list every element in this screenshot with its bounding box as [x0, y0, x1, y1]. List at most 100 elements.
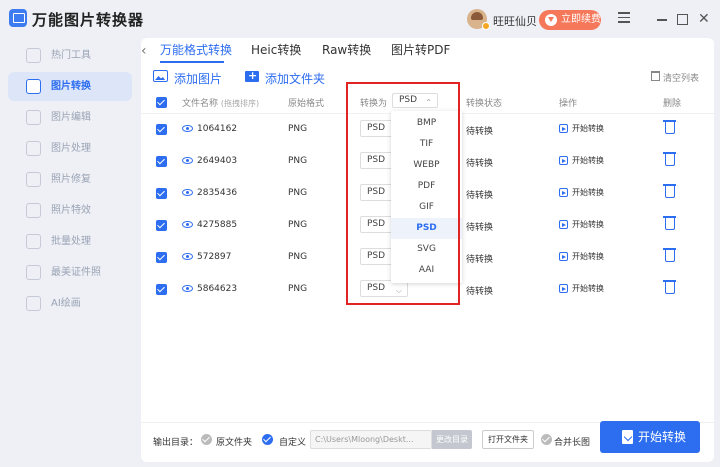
start-convert-row-button[interactable]: 开始转换 — [559, 251, 604, 262]
sidebar-item-photo-repair[interactable]: 照片修复 — [8, 165, 132, 194]
row-checkbox[interactable] — [156, 220, 167, 231]
original-format: PNG — [288, 252, 308, 262]
eye-icon[interactable] — [182, 125, 193, 132]
start-convert-button[interactable]: 开始转换 — [600, 421, 700, 453]
dropdown-option-webp[interactable]: WEBP — [391, 155, 462, 176]
sidebar-item-batch[interactable]: 批量处理 — [8, 227, 132, 256]
eye-icon[interactable] — [182, 285, 193, 292]
renew-label: 立即续费 — [561, 14, 601, 25]
sidebar-item-ai-painting[interactable]: AI绘画 — [8, 289, 132, 318]
row-checkbox[interactable] — [156, 124, 167, 135]
merge-long-image-checkbox[interactable] — [541, 434, 552, 445]
custom-folder-radio[interactable] — [262, 434, 273, 445]
batch-icon — [26, 234, 41, 249]
sidebar-item-label: AI绘画 — [51, 298, 81, 309]
sidebar-item-photo-effects[interactable]: 照片特效 — [8, 196, 132, 225]
sidebar-item-image-edit[interactable]: 图片编辑 — [8, 103, 132, 132]
dropdown-option-tif[interactable]: TIF — [391, 134, 462, 155]
grid-icon — [26, 48, 41, 63]
header-action: 操作 — [559, 99, 578, 109]
main-panel: ‹ 万能格式转换 Heic转换 Raw转换 图片转PDF 添加图片 添加文件夹 … — [141, 38, 714, 462]
trash-icon[interactable] — [663, 120, 676, 134]
dropdown-option-gif[interactable]: GIF — [391, 197, 462, 218]
tab-underline — [160, 61, 224, 63]
start-convert-row-button[interactable]: 开始转换 — [559, 155, 604, 166]
header-delete: 删除 — [663, 99, 682, 109]
sidebar: 热门工具 图片转换 图片编辑 图片处理 照片修复 照片特效 批量处理 最美证件照… — [0, 40, 138, 467]
sidebar-item-label: 图片编辑 — [51, 112, 91, 123]
menu-icon[interactable] — [618, 12, 632, 26]
minimize-icon[interactable] — [656, 12, 670, 26]
clear-list-label: 清空列表 — [663, 74, 700, 84]
start-convert-row-button[interactable]: 开始转换 — [559, 187, 604, 198]
row-checkbox[interactable] — [156, 284, 167, 295]
action-label: 开始转换 — [572, 284, 604, 293]
change-dir-button[interactable]: 更改目录 — [432, 430, 472, 449]
play-icon — [559, 252, 568, 261]
dropdown-option-pdf[interactable]: PDF — [391, 176, 462, 197]
eye-icon[interactable] — [182, 189, 193, 196]
target-format-value: PSD — [367, 187, 386, 197]
convert-icon — [26, 79, 41, 94]
tab-heic[interactable]: Heic转换 — [251, 41, 301, 58]
footer-bar: 输出目录： 原文件夹 自定义 C:\Users\Mloong\Deskt... … — [141, 421, 714, 462]
clear-list-button[interactable]: 清空列表 — [651, 71, 699, 84]
row-checkbox[interactable] — [156, 156, 167, 167]
tab-image-to-pdf[interactable]: 图片转PDF — [391, 41, 450, 58]
sidebar-item-label: 照片特效 — [51, 205, 91, 216]
start-convert-row-button[interactable]: 开始转换 — [559, 283, 604, 294]
add-folder-label: 添加文件夹 — [265, 72, 326, 86]
play-icon — [559, 284, 568, 293]
file-name: 5864623 — [197, 284, 238, 294]
sidebar-item-image-process[interactable]: 图片处理 — [8, 134, 132, 163]
dropdown-option-aai[interactable]: AAI — [391, 260, 462, 281]
add-image-button[interactable]: 添加图片 — [153, 70, 222, 87]
app-title: 万能图片转换器 — [32, 11, 145, 29]
open-folder-button[interactable]: 打开文件夹 — [482, 430, 534, 449]
trash-icon[interactable] — [663, 248, 676, 262]
start-convert-label: 开始转换 — [638, 430, 687, 444]
trash-icon — [651, 71, 660, 81]
eye-icon[interactable] — [182, 253, 193, 260]
tab-raw[interactable]: Raw转换 — [322, 41, 371, 58]
header-filename[interactable]: 文件名称 (拖拽排序) — [182, 96, 259, 109]
custom-folder-label[interactable]: 自定义 — [279, 435, 306, 448]
add-folder-button[interactable]: 添加文件夹 — [245, 69, 326, 87]
trash-icon[interactable] — [663, 152, 676, 166]
start-convert-row-button[interactable]: 开始转换 — [559, 219, 604, 230]
folder-plus-icon — [245, 69, 259, 82]
renew-button[interactable]: 立即续费 — [539, 10, 601, 30]
row-checkbox[interactable] — [156, 188, 167, 199]
original-format: PNG — [288, 124, 308, 134]
sidebar-item-hot-tools[interactable]: 热门工具 — [8, 41, 132, 70]
user-name[interactable]: 旺旺仙贝 — [493, 13, 537, 29]
trash-icon[interactable] — [663, 184, 676, 198]
file-name: 2835436 — [197, 188, 238, 198]
output-path-field[interactable]: C:\Users\Mloong\Deskt... — [310, 430, 432, 449]
original-folder-radio[interactable] — [201, 434, 212, 445]
original-folder-label[interactable]: 原文件夹 — [216, 435, 252, 448]
convert-to-all-select[interactable]: PSD ⌃ — [392, 93, 438, 108]
trash-icon[interactable] — [663, 216, 676, 230]
image-icon — [153, 70, 168, 82]
back-arrow-icon[interactable]: ‹ — [141, 43, 147, 59]
close-icon[interactable]: ✕ — [698, 12, 712, 26]
row-checkbox[interactable] — [156, 252, 167, 263]
tab-universal-convert[interactable]: 万能格式转换 — [160, 41, 232, 58]
sidebar-item-label: 热门工具 — [51, 50, 91, 61]
maximize-icon[interactable] — [676, 12, 690, 26]
dropdown-option-psd[interactable]: PSD — [391, 218, 462, 239]
sidebar-item-id-photo[interactable]: 最美证件照 — [8, 258, 132, 287]
trash-icon[interactable] — [663, 280, 676, 294]
eye-icon[interactable] — [182, 157, 193, 164]
status-text: 待转换 — [466, 191, 494, 201]
header-convert-to: 转换为 — [360, 99, 388, 109]
sidebar-item-image-convert[interactable]: 图片转换 — [8, 72, 132, 101]
start-convert-row-button[interactable]: 开始转换 — [559, 123, 604, 134]
dropdown-option-svg[interactable]: SVG — [391, 239, 462, 260]
merge-long-image-label[interactable]: 合并长图 — [554, 435, 590, 448]
select-all-checkbox[interactable] — [156, 97, 167, 108]
dropdown-option-bmp[interactable]: BMP — [391, 113, 462, 134]
status-text: 待转换 — [466, 223, 494, 233]
eye-icon[interactable] — [182, 221, 193, 228]
